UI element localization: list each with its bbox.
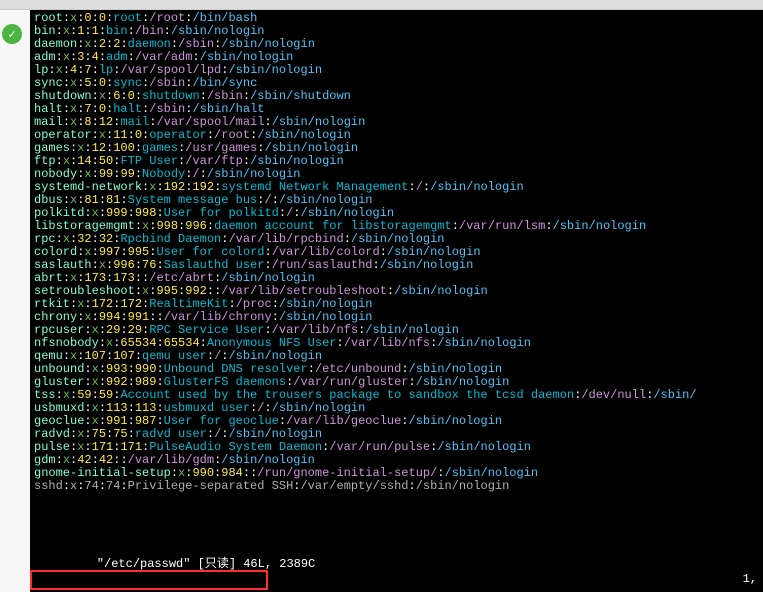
vim-status-line: "/etc/passwd" [只读] 46L, 2389C <box>64 543 319 586</box>
passwd-line: sshd:x:74:74:Privilege-separated SSH:/va… <box>34 480 759 493</box>
tab-bar <box>0 0 763 10</box>
passwd-content: root:x:0:0:root:/root:/bin/bashbin:x:1:1… <box>34 12 759 493</box>
check-icon: ✓ <box>2 24 22 44</box>
terminal-viewport[interactable]: root:x:0:0:root:/root:/bin/bashbin:x:1:1… <box>30 10 763 592</box>
cursor-position: 1, <box>743 573 757 586</box>
status-file-info: "/etc/passwd" [只读] 46L, 2389C <box>97 557 315 571</box>
check-glyph: ✓ <box>8 27 15 42</box>
editor-gutter: ✓ <box>0 10 30 592</box>
